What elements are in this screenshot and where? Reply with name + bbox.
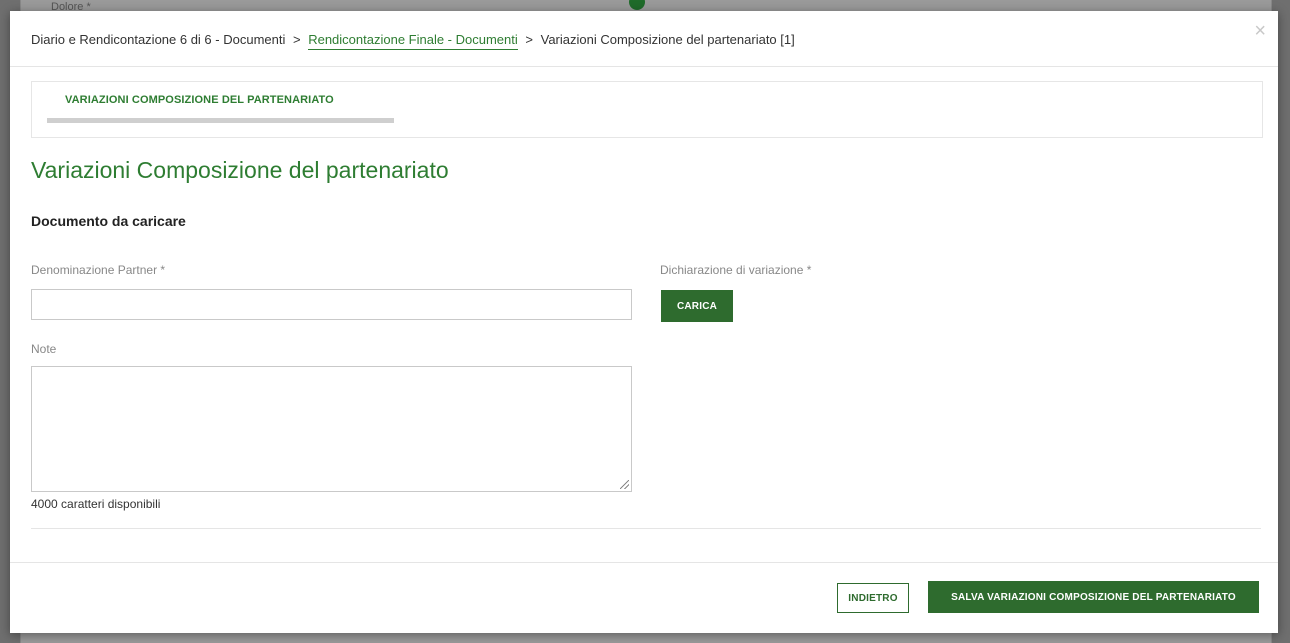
tab-progress-underline <box>47 118 394 123</box>
breadcrumb-item-rendicontazione-finale[interactable]: Rendicontazione Finale - Documenti <box>308 32 518 50</box>
modal-header: Diario e Rendicontazione 6 di 6 - Docume… <box>10 11 1278 67</box>
save-button[interactable]: SALVA VARIAZIONI COMPOSIZIONE DEL PARTEN… <box>928 581 1259 613</box>
modal-dialog: Diario e Rendicontazione 6 di 6 - Docume… <box>10 11 1278 633</box>
tab-variazioni-composizione[interactable]: VARIAZIONI COMPOSIZIONE DEL PARTENARIATO <box>47 82 394 127</box>
section-title: Documento da caricare <box>31 213 186 229</box>
breadcrumb-separator: > <box>525 32 533 47</box>
close-icon[interactable]: × <box>1254 21 1266 41</box>
footer-divider <box>10 562 1278 563</box>
back-button[interactable]: INDIETRO <box>837 583 909 613</box>
backdrop-page-bottom <box>20 633 1272 643</box>
partner-name-input[interactable] <box>31 289 632 320</box>
section-divider <box>31 528 1261 529</box>
backdrop-status-dot <box>629 0 645 10</box>
page-title: Variazioni Composizione del partenariato <box>31 157 449 183</box>
breadcrumb: Diario e Rendicontazione 6 di 6 - Docume… <box>31 32 795 50</box>
breadcrumb-separator: > <box>292 32 301 47</box>
upload-button[interactable]: CARICA <box>661 290 733 322</box>
declaration-label: Dichiarazione di variazione * <box>660 263 812 277</box>
partner-label: Denominazione Partner * <box>31 263 166 277</box>
breadcrumb-item-current: Variazioni Composizione del partenariato… <box>540 32 795 47</box>
note-textarea[interactable] <box>31 366 632 492</box>
resize-handle-icon[interactable] <box>620 480 629 489</box>
tab-label: VARIAZIONI COMPOSIZIONE DEL PARTENARIATO <box>65 94 334 106</box>
char-count: 4000 caratteri disponibili <box>31 497 161 511</box>
note-label: Note <box>31 342 57 356</box>
breadcrumb-item-diario[interactable]: Diario e Rendicontazione 6 di 6 - Docume… <box>31 32 285 47</box>
tab-bar: VARIAZIONI COMPOSIZIONE DEL PARTENARIATO <box>31 81 1263 138</box>
